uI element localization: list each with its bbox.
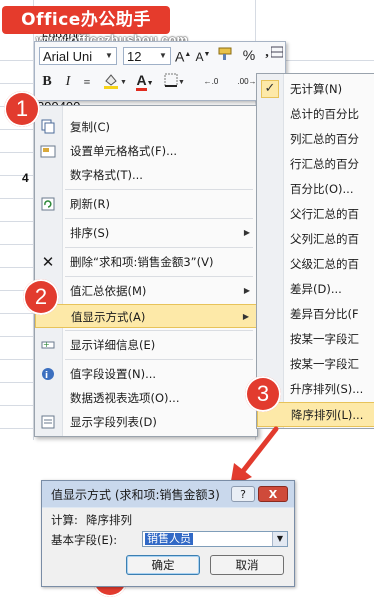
borders-icon[interactable]: ▼: [163, 72, 185, 92]
submenu-item-pct-difference[interactable]: 差异百分比(F: [257, 302, 374, 327]
menu-item-label: 复制(C): [70, 120, 111, 134]
svg-text:▼: ▼: [178, 78, 184, 86]
copy-icon: [40, 119, 56, 135]
svg-text:+: +: [43, 340, 50, 349]
watermark-logo: Office办公助手: [2, 6, 170, 34]
calculation-value: 降序排列: [86, 513, 132, 527]
percent-button[interactable]: %: [240, 45, 258, 65]
menu-separator: [65, 276, 253, 277]
chevron-right-icon: ▶: [243, 228, 250, 237]
menu-item-label: 数据透视表选项(O)...: [70, 391, 180, 405]
step-badge-2: 2: [23, 279, 59, 315]
menu-separator: [65, 189, 253, 190]
chevron-right-icon: ▶: [243, 286, 250, 295]
menu-item-refresh[interactable]: 刷新(R): [35, 192, 257, 216]
submenu-item-parent-total-pct[interactable]: 父级汇总的百: [257, 252, 374, 277]
format-painter-icon[interactable]: [215, 45, 237, 65]
menu-item-label: 显示字段列表(D): [70, 415, 157, 429]
menu-separator: [65, 330, 253, 331]
bold-button[interactable]: B: [39, 72, 55, 92]
chevron-down-icon: ▼: [105, 51, 113, 60]
submenu-item-difference[interactable]: 差异(D)...: [257, 277, 374, 302]
increase-decimal-icon[interactable]: ←.0: [195, 72, 227, 92]
step-badge-1: 1: [4, 91, 40, 127]
grow-font-button[interactable]: A▲: [175, 45, 191, 65]
context-menu: 复制(C) 设置单元格格式(F)... 数字格式(T)... 刷新(R) 排序(…: [34, 105, 258, 437]
chevron-down-icon: ▼: [159, 51, 167, 60]
base-field-label: 基本字段(E):: [51, 533, 118, 547]
show-values-as-dialog: 值显示方式 (求和项:销售金额3) ? X 计算: 降序排列 基本字段(E): …: [41, 480, 295, 587]
base-field-select[interactable]: 销售人员 ▼: [142, 531, 288, 547]
svg-text:▼: ▼: [120, 78, 126, 86]
submenu-item-parent-column-pct[interactable]: 父列汇总的百: [257, 227, 374, 252]
menu-item-label: 设置单元格格式(F)...: [70, 144, 178, 158]
menu-item-summarize-by[interactable]: 值汇总依据(M) ▶: [35, 279, 257, 303]
menu-item-label: 刷新(R): [70, 197, 110, 211]
show-values-as-submenu: ✓ 无计算(N) 总计的百分比 列汇总的百分 行汇总的百分 百分比(O)... …: [256, 73, 374, 429]
shrink-font-button[interactable]: A▼: [195, 45, 211, 65]
menu-item-field-list[interactable]: 显示字段列表(D): [35, 410, 257, 434]
fill-color-icon[interactable]: ▼: [101, 72, 127, 92]
submenu-item-percent-of[interactable]: 百分比(O)...: [257, 177, 374, 202]
field-settings-icon: i: [40, 366, 56, 382]
menu-item-label: 显示详细信息(E): [70, 338, 156, 352]
menu-item-sort[interactable]: 排序(S) ▶: [35, 221, 257, 245]
submenu-item-parent-row-pct[interactable]: 父行汇总的百: [257, 202, 374, 227]
menu-item-label: 值字段设置(N)...: [70, 367, 157, 381]
menu-item-copy[interactable]: 复制(C): [35, 115, 257, 139]
menu-item-label: 值显示方式(A): [71, 310, 146, 324]
menu-item-show-details[interactable]: + 显示详细信息(E): [35, 333, 257, 357]
menu-item-label: 值汇总依据(M): [70, 284, 147, 298]
cancel-button[interactable]: 取消: [210, 555, 284, 575]
menu-item-pivot-options[interactable]: 数据透视表选项(O)...: [35, 386, 257, 410]
menu-item-label: 排序(S): [70, 226, 110, 240]
menu-item-delete[interactable]: ✕ 删除“求和项:销售金额3”(V): [35, 250, 257, 274]
menu-item-show-values-as[interactable]: 值显示方式(A) ▶: [35, 304, 257, 328]
help-button[interactable]: ?: [231, 486, 255, 502]
submenu-item-column-total-pct[interactable]: 列汇总的百分: [257, 127, 374, 152]
menu-item-label: 删除“求和项:销售金额3”(V): [70, 255, 214, 269]
ok-button[interactable]: 确定: [126, 555, 200, 575]
dialog-title: 值显示方式 (求和项:销售金额3): [51, 488, 220, 502]
font-name-value: Arial Uni: [43, 49, 93, 64]
menu-separator: [65, 218, 253, 219]
step-badge-3: 3: [245, 376, 281, 412]
italic-button[interactable]: I: [61, 72, 75, 92]
font-size-box[interactable]: 12 ▼: [123, 47, 171, 65]
mini-toolbar: Arial Uni ▼ 12 ▼ A▲ A▼ % , B I ≡ ▼ A▼ ▼ …: [34, 41, 286, 101]
dialog-body: 计算: 降序排列 基本字段(E): 销售人员 ▼ 确定 取消: [42, 508, 294, 586]
merge-icon[interactable]: [270, 45, 284, 65]
field-list-icon: [40, 414, 56, 430]
chevron-right-icon: ▶: [242, 312, 249, 321]
submenu-item-running-total[interactable]: 按某一字段汇: [257, 327, 374, 352]
font-name-box[interactable]: Arial Uni ▼: [39, 47, 117, 65]
menu-separator: [65, 247, 253, 248]
chevron-down-icon: ▼: [272, 532, 287, 546]
svg-text:i: i: [45, 371, 48, 381]
show-details-icon: +: [40, 337, 56, 353]
format-cells-icon: [40, 143, 56, 159]
menu-item-number-format[interactable]: 数字格式(T)...: [35, 163, 257, 187]
font-size-value: 12: [127, 49, 142, 64]
align-center-icon[interactable]: ≡: [79, 72, 95, 92]
close-button[interactable]: X: [258, 486, 288, 502]
menu-item-value-field-settings[interactable]: i 值字段设置(N)...: [35, 362, 257, 386]
submenu-item-grand-total-pct[interactable]: 总计的百分比: [257, 102, 374, 127]
dialog-title-bar: 值显示方式 (求和项:销售金额3) ? X: [42, 481, 294, 507]
checkmark-icon: ✓: [261, 80, 279, 98]
row-header: 4: [22, 171, 29, 185]
calculation-label: 计算:: [51, 513, 78, 527]
menu-item-label: 数字格式(T)...: [70, 168, 143, 182]
submenu-item-row-total-pct[interactable]: 行汇总的百分: [257, 152, 374, 177]
submenu-item-no-calculation[interactable]: ✓ 无计算(N): [257, 77, 374, 102]
base-field-value: 销售人员: [145, 532, 193, 545]
font-color-button[interactable]: A▼: [133, 70, 157, 91]
menu-item-format-cells[interactable]: 设置单元格格式(F)...: [35, 139, 257, 163]
delete-x-icon: ✕: [41, 253, 55, 271]
menu-separator: [65, 359, 253, 360]
refresh-icon: [40, 196, 56, 212]
submenu-item-running-total-pct[interactable]: 按某一字段汇: [257, 352, 374, 377]
